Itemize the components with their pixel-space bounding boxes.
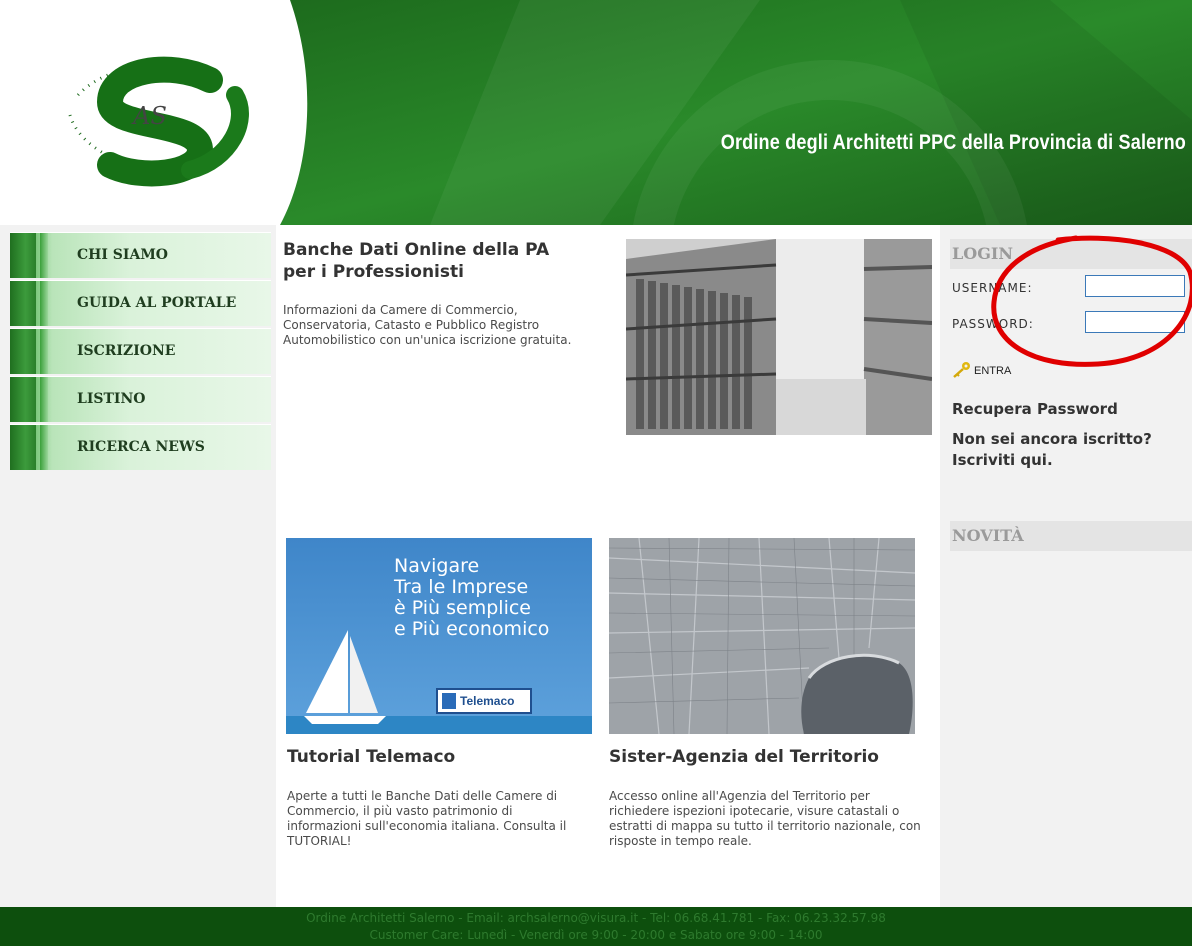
intro-title: Banche Dati Online della PA per i Profes… [283, 240, 550, 282]
nav-bar-decoration [10, 329, 36, 374]
card-title[interactable]: Tutorial Telemaco [287, 747, 455, 767]
nav-notch-decoration [40, 329, 48, 374]
nav-notch-decoration [40, 233, 48, 278]
nav-item-chi-siamo[interactable]: CHI SIAMO [10, 232, 271, 278]
site-header: AS Ordine degli Architetti PPC della Pro… [0, 0, 1192, 225]
register-link[interactable]: Iscriviti qui. [952, 450, 1053, 471]
login-heading: LOGIN [950, 239, 1192, 269]
username-label: USERNAME: [952, 281, 1033, 295]
nav-bar-decoration [10, 425, 36, 470]
telemaco-slogan: Navigare Tra le Imprese è Più semplice e… [394, 556, 549, 640]
recover-password-link[interactable]: Recupera Password [952, 399, 1118, 420]
telemaco-banner[interactable]: Navigare Tra le Imprese è Più semplice e… [286, 538, 592, 734]
telemaco-badge-label: Telemaco [460, 694, 515, 708]
logo[interactable]: AS [50, 40, 250, 190]
nav-notch-decoration [40, 425, 48, 470]
telemaco-t-icon [442, 693, 456, 709]
nav-bar-decoration [10, 377, 36, 422]
telemaco-slogan-line: Navigare [394, 555, 480, 577]
card-text: Accesso online all'Agenzia del Territori… [609, 789, 921, 848]
telemaco-slogan-line: è Più semplice [394, 597, 531, 619]
intro-text: Informazioni da Camere di Commercio, Con… [283, 303, 572, 347]
nav-item-label: RICERCA NEWS [77, 439, 205, 455]
footer: Ordine Architetti Salerno - Email: archs… [0, 907, 1192, 946]
map-photo[interactable] [609, 538, 915, 734]
logo-initials: AS [131, 102, 167, 130]
footer-contact: Ordine Architetti Salerno - Email: archs… [306, 911, 886, 925]
card-text: Aperte a tutti le Banche Dati delle Came… [287, 789, 567, 848]
login-button-label: ENTRA [974, 365, 1012, 377]
nav-notch-decoration [40, 281, 48, 326]
nav-item-label: GUIDA AL PORTALE [77, 295, 237, 311]
telemaco-slogan-line: e Più economico [394, 618, 550, 640]
nav-item-label: CHI SIAMO [77, 247, 169, 263]
telemaco-slogan-line: Tra le Imprese [394, 576, 529, 598]
username-input[interactable] [1085, 275, 1185, 297]
nav-bar-decoration [10, 233, 36, 278]
password-label: PASSWORD: [952, 317, 1034, 331]
left-sidebar: CHI SIAMO GUIDA AL PORTALE ISCRIZIONE LI… [0, 225, 276, 907]
nav-item-listino[interactable]: LISTINO [10, 376, 271, 422]
main-content: Banche Dati Online della PA per i Profes… [276, 225, 940, 907]
telemaco-badge: Telemaco [436, 688, 532, 714]
password-input[interactable] [1085, 311, 1185, 333]
nav-item-iscrizione[interactable]: ISCRIZIONE [10, 328, 271, 374]
main-nav: CHI SIAMO GUIDA AL PORTALE ISCRIZIONE LI… [10, 232, 271, 472]
site-title: Ordine degli Architetti PPC della Provin… [720, 131, 1186, 154]
nav-item-ricerca-news[interactable]: RICERCA NEWS [10, 424, 271, 470]
nav-item-label: LISTINO [77, 391, 146, 407]
nav-bar-decoration [10, 281, 36, 326]
not-registered-link[interactable]: Non sei ancora iscritto? [952, 429, 1152, 450]
nav-item-label: ISCRIZIONE [77, 343, 176, 359]
footer-hours: Customer Care: Lunedì - Venerdì ore 9:00… [369, 928, 823, 942]
nav-notch-decoration [40, 377, 48, 422]
right-sidebar: LOGIN USERNAME: PASSWORD: ENTRA Recupera… [940, 225, 1192, 907]
archive-photo [626, 239, 932, 435]
news-heading: NOVITÀ [950, 521, 1192, 551]
card-title[interactable]: Sister-Agenzia del Territorio [609, 747, 879, 767]
key-icon [953, 362, 970, 378]
nav-item-guida-al-portale[interactable]: GUIDA AL PORTALE [10, 280, 271, 326]
